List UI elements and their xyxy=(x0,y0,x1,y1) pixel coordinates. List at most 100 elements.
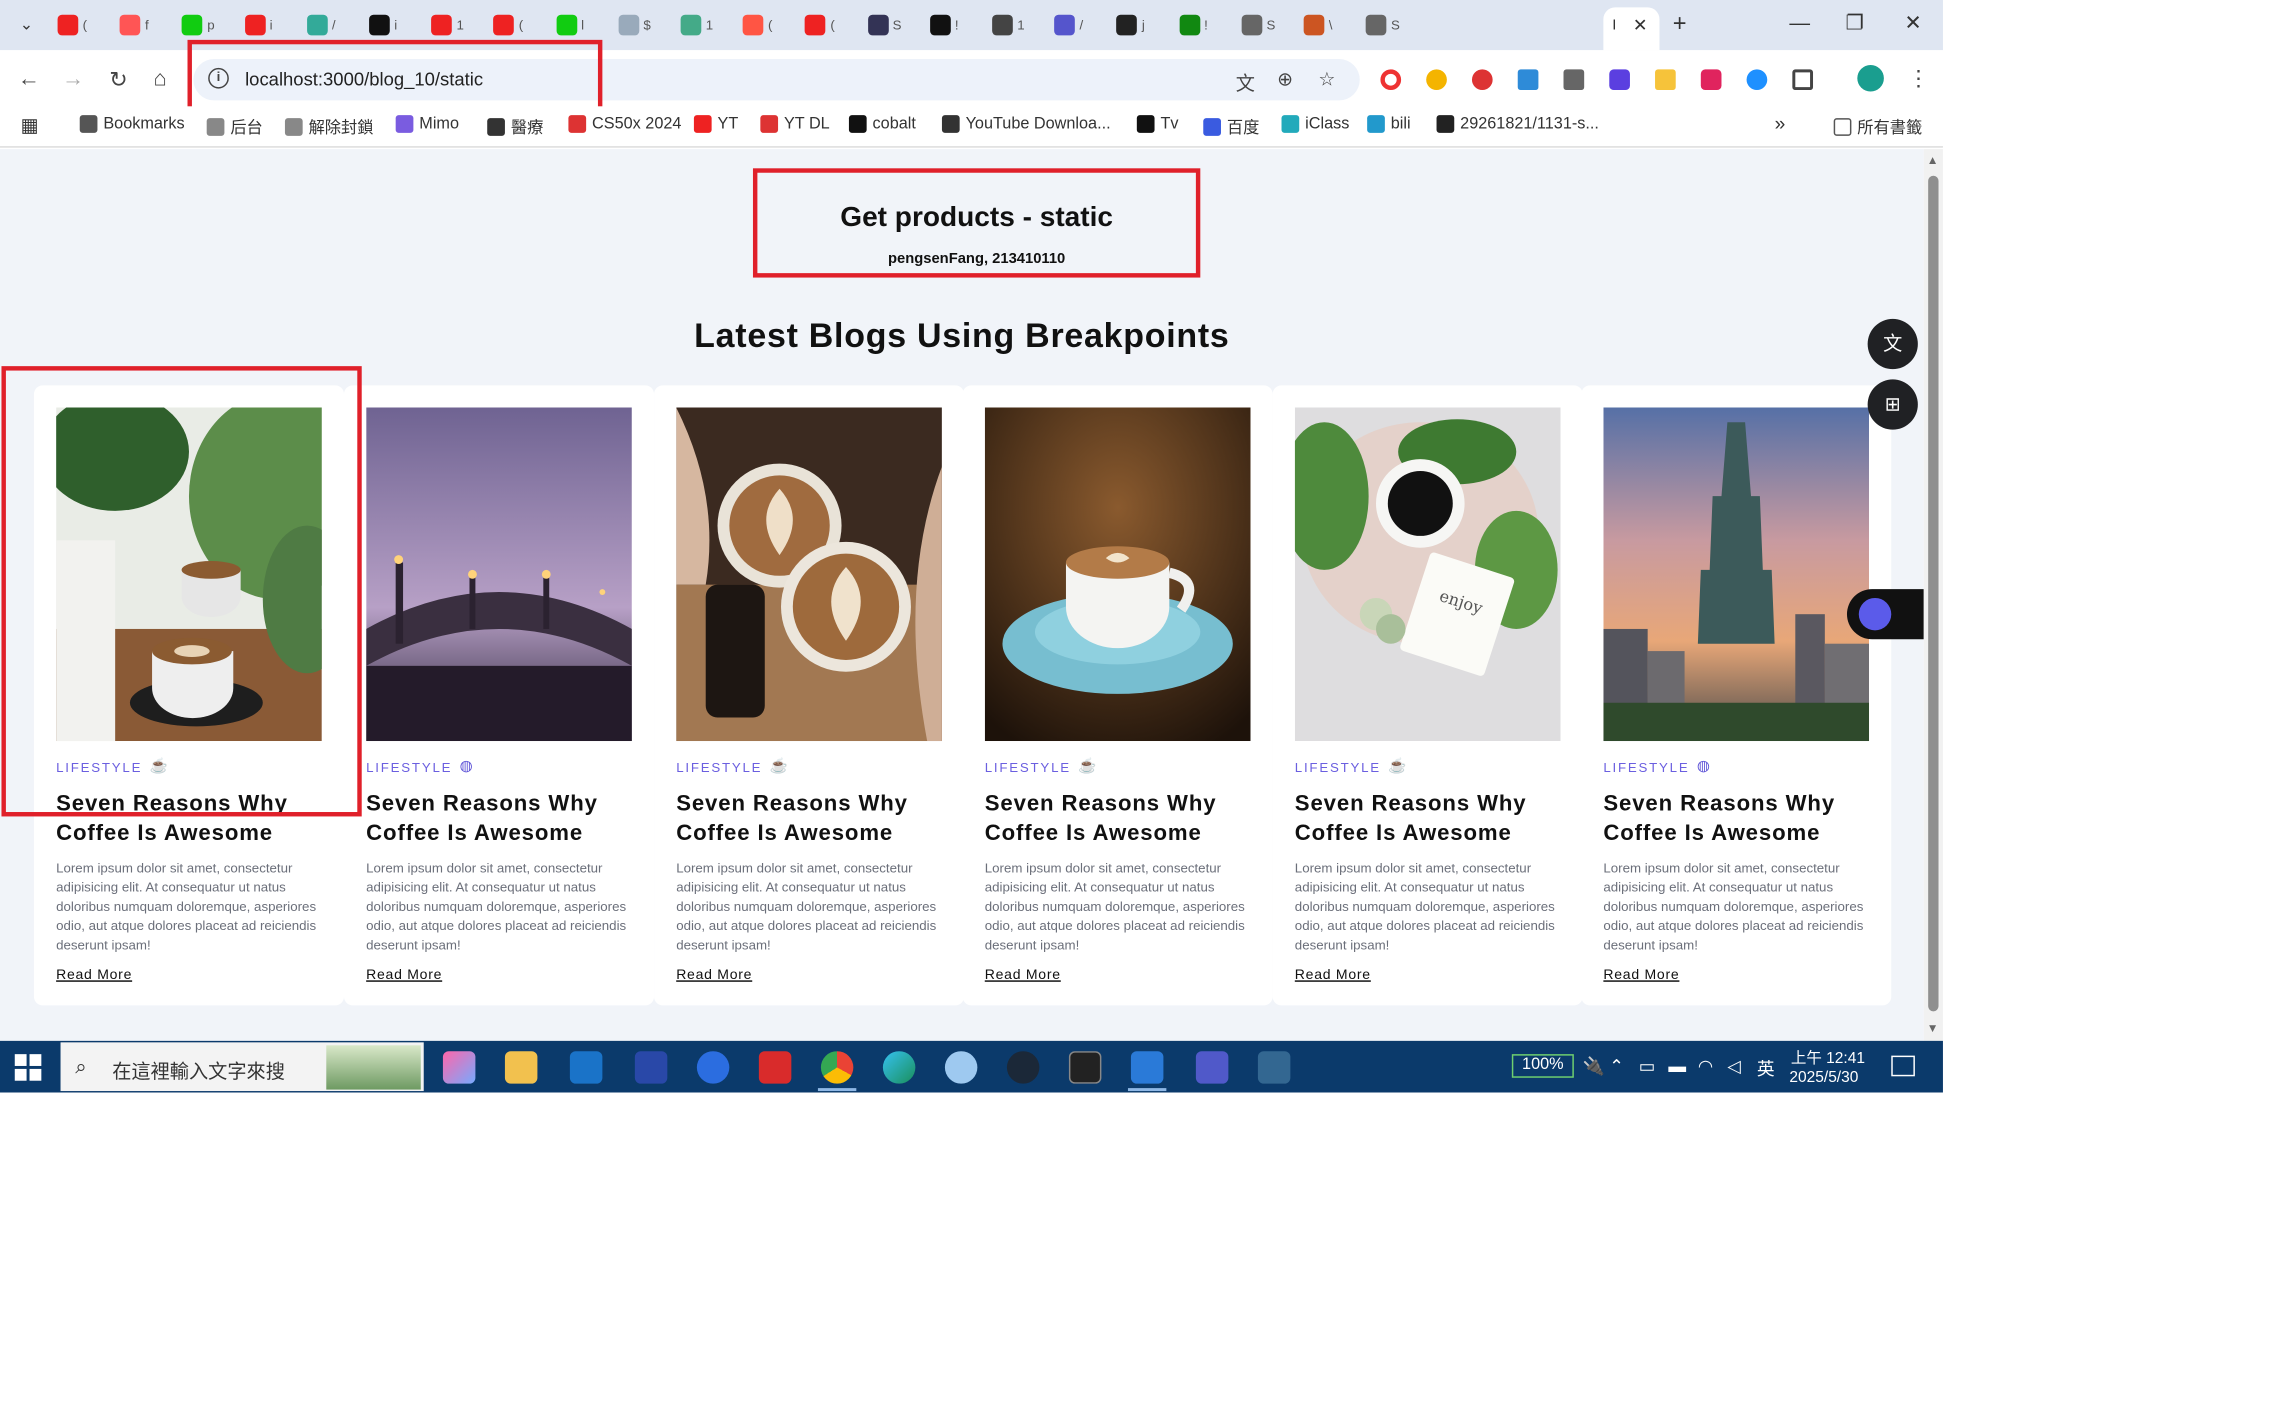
outlook-icon[interactable] xyxy=(569,1051,603,1084)
bookmark-item[interactable]: iClass xyxy=(1281,115,1349,133)
bookmark-item[interactable]: 解除封鎖 xyxy=(284,115,374,139)
apps-grid-icon[interactable]: ▦ xyxy=(21,114,39,138)
browser-tab[interactable]: / xyxy=(302,10,361,40)
browser-tab[interactable]: ( xyxy=(53,10,112,40)
browser-tab[interactable]: i xyxy=(365,10,424,40)
browser-tab[interactable]: p xyxy=(178,10,237,40)
chrome-icon[interactable] xyxy=(820,1051,854,1084)
read-more-link[interactable]: Read More xyxy=(366,967,442,983)
restore-icon[interactable]: ❐ xyxy=(1846,10,1865,35)
copilot-icon[interactable] xyxy=(442,1051,476,1084)
browser-tab[interactable]: 1 xyxy=(676,10,735,40)
bookmark-item[interactable]: 29261821/1131-s... xyxy=(1436,115,1599,133)
bookmark-item[interactable]: 百度 xyxy=(1203,115,1259,139)
record-extension-icon[interactable] xyxy=(1380,69,1402,91)
browser-tab[interactable]: ( xyxy=(801,10,860,40)
browser-tab[interactable]: ( xyxy=(738,10,797,40)
translate-icon[interactable]: 文 xyxy=(1236,68,1255,96)
all-bookmarks-folder[interactable]: 所有書籤 xyxy=(1833,115,1922,139)
terminal-icon[interactable] xyxy=(1068,1051,1102,1084)
float-apps-icon[interactable]: ⊞ xyxy=(1867,379,1918,430)
extensions-puzzle-icon[interactable] xyxy=(1792,69,1814,91)
read-more-link[interactable]: Read More xyxy=(1603,967,1679,983)
line-app-icon[interactable] xyxy=(634,1051,668,1084)
read-more-link[interactable]: Read More xyxy=(985,967,1061,983)
page-scrollbar[interactable]: ▲ ▼ xyxy=(1923,149,1943,1041)
bookmark-item[interactable]: Bookmarks xyxy=(79,115,185,133)
forward-icon[interactable]: → xyxy=(62,66,84,91)
browser-tab[interactable]: f xyxy=(115,10,174,40)
browser-tab[interactable]: S xyxy=(1362,10,1421,40)
bookmarks-overflow-icon[interactable]: » xyxy=(1775,112,1786,134)
steam-icon[interactable] xyxy=(1006,1051,1040,1084)
browser-tab[interactable]: i xyxy=(240,10,299,40)
read-more-link[interactable]: Read More xyxy=(676,967,752,983)
read-more-link[interactable]: Read More xyxy=(56,967,132,983)
wifi-icon[interactable]: ◠ xyxy=(1698,1056,1713,1077)
vpn-extension-icon[interactable] xyxy=(1655,69,1676,91)
bookmark-star-icon[interactable]: ☆ xyxy=(1318,68,1335,92)
tab-search-icon[interactable]: ⌄ xyxy=(13,13,40,37)
pointer-app-icon[interactable] xyxy=(696,1051,730,1084)
bookmark-item[interactable]: Mimo xyxy=(395,115,459,133)
back-icon[interactable]: ← xyxy=(18,66,40,91)
bookmark-item[interactable]: YT DL xyxy=(760,115,830,133)
edit-extension-icon[interactable] xyxy=(1700,69,1722,91)
menu-dots-icon[interactable]: ⋮ xyxy=(1908,65,1930,91)
clock-date[interactable]: 2025/5/30 xyxy=(1789,1069,1858,1087)
color-extension-icon[interactable] xyxy=(1426,69,1447,91)
reload-icon[interactable]: ↻ xyxy=(109,66,128,93)
pdf-app-icon[interactable] xyxy=(758,1051,792,1084)
file-explorer-icon[interactable] xyxy=(504,1051,538,1084)
profile-avatar[interactable] xyxy=(1857,64,1884,92)
active-tab[interactable]: I ✕ xyxy=(1603,7,1660,51)
bookmark-item[interactable]: bili xyxy=(1367,115,1411,133)
bookmark-item[interactable]: CS50x 2024 xyxy=(568,115,681,133)
browser-tab[interactable]: / xyxy=(1050,10,1109,40)
meet-icon[interactable]: ▭ xyxy=(1639,1056,1656,1077)
browser-tab[interactable]: ! xyxy=(1175,10,1234,40)
edge-icon[interactable] xyxy=(882,1051,916,1084)
float-assistant-tab[interactable] xyxy=(1846,589,1924,640)
browser-tab[interactable]: j xyxy=(1112,10,1171,40)
tray-chevron-icon[interactable]: ⌃ xyxy=(1609,1056,1624,1077)
scrollbar-thumb[interactable] xyxy=(1928,175,1939,1012)
vscode-icon[interactable] xyxy=(1130,1051,1164,1084)
browser-tab[interactable]: 1 xyxy=(988,10,1047,40)
downloads-icon[interactable] xyxy=(1563,69,1585,91)
download-extension-icon[interactable] xyxy=(1517,69,1539,91)
notification-icon[interactable] xyxy=(1891,1055,1915,1077)
read-more-link[interactable]: Read More xyxy=(1295,967,1371,983)
battery-indicator[interactable]: 100% xyxy=(1511,1054,1574,1078)
bookmark-item[interactable]: YouTube Downloa... xyxy=(941,115,1111,133)
close-window-icon[interactable]: ✕ xyxy=(1905,10,1922,35)
bookmark-item[interactable]: 后台 xyxy=(206,115,263,139)
bookmark-item[interactable]: YT xyxy=(693,115,738,133)
scroll-down-icon[interactable]: ▼ xyxy=(1927,1022,1939,1035)
new-tab-icon[interactable]: + xyxy=(1673,12,1687,39)
scroll-up-icon[interactable]: ▲ xyxy=(1927,154,1939,167)
browser-tab[interactable]: \ xyxy=(1299,10,1358,40)
battery-icon[interactable]: ▬ xyxy=(1668,1056,1686,1077)
browser-tab[interactable]: l xyxy=(552,10,611,40)
paint-icon[interactable] xyxy=(944,1051,978,1084)
windows-start-icon[interactable] xyxy=(14,1054,42,1081)
teams-icon[interactable] xyxy=(1195,1051,1229,1084)
postgres-icon[interactable] xyxy=(1257,1051,1291,1084)
close-tab-icon[interactable]: ✕ xyxy=(1633,15,1648,36)
zoom-icon[interactable]: ⊕ xyxy=(1277,68,1293,92)
volume-icon[interactable]: ◁ xyxy=(1727,1056,1741,1077)
browser-tab[interactable]: S xyxy=(863,10,922,40)
float-translate-icon[interactable]: 文 xyxy=(1867,318,1918,370)
bookmark-item[interactable]: 醫療 xyxy=(487,115,543,139)
pen-extension-icon[interactable] xyxy=(1609,69,1630,91)
browser-tab[interactable]: S xyxy=(1237,10,1296,40)
taskbar-search[interactable]: ⌕ 在這裡輸入文字來搜 xyxy=(60,1042,424,1092)
power-plug-icon[interactable]: 🔌 xyxy=(1583,1056,1605,1077)
ime-indicator[interactable]: 英 xyxy=(1757,1056,1775,1081)
clock-time[interactable]: 上午 12:41 xyxy=(1791,1047,1865,1069)
media-extension-icon[interactable] xyxy=(1471,69,1493,91)
browser-tab[interactable]: ( xyxy=(489,10,548,40)
sync-extension-icon[interactable] xyxy=(1746,69,1768,91)
home-icon[interactable]: ⌂ xyxy=(154,66,167,91)
